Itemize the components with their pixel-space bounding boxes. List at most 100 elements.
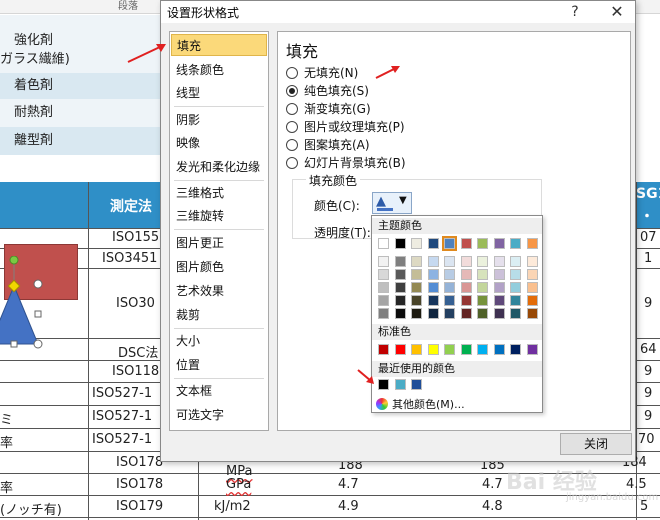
color-swatch[interactable] — [411, 344, 422, 355]
color-swatch[interactable] — [460, 269, 472, 280]
color-swatch[interactable] — [378, 282, 389, 293]
color-swatch[interactable] — [411, 269, 422, 280]
color-swatch[interactable] — [460, 256, 472, 267]
triangle-shape[interactable] — [0, 256, 60, 350]
dialog-titlebar[interactable]: 设置形状格式 ? ✕ — [161, 1, 635, 23]
color-swatch[interactable] — [444, 295, 455, 306]
color-swatch[interactable] — [477, 256, 488, 267]
resize-handle[interactable] — [34, 310, 42, 318]
nav-item-crop[interactable]: 裁剪 — [176, 304, 264, 326]
color-swatch[interactable] — [526, 269, 538, 280]
color-picker-button[interactable]: ▲ ▼ — [372, 192, 412, 214]
radio-pattern-fill[interactable]: 图案填充(A) — [286, 136, 370, 154]
color-swatch[interactable] — [411, 282, 422, 293]
color-swatch[interactable] — [510, 238, 521, 249]
color-swatch[interactable] — [394, 256, 406, 267]
radio-picture-fill[interactable]: 图片或纹理填充(P) — [286, 118, 405, 136]
radio-slide-background-fill[interactable]: 幻灯片背景填充(B) — [286, 154, 406, 172]
color-swatch[interactable] — [526, 344, 538, 355]
nav-item-picture-corrections[interactable]: 图片更正 — [176, 232, 264, 254]
color-swatch[interactable] — [444, 344, 455, 355]
rotation-handle[interactable] — [9, 256, 19, 265]
color-swatch[interactable] — [460, 308, 472, 319]
color-swatch[interactable] — [510, 308, 521, 319]
color-swatch[interactable] — [526, 308, 538, 319]
radio-no-fill[interactable]: 无填充(N) — [286, 64, 358, 82]
color-swatch[interactable] — [460, 282, 472, 293]
color-swatch[interactable] — [477, 269, 488, 280]
color-swatch[interactable] — [460, 238, 472, 249]
color-swatch[interactable] — [526, 282, 538, 293]
color-swatch[interactable] — [493, 269, 505, 280]
color-swatch[interactable] — [477, 308, 488, 319]
resize-handle[interactable] — [10, 340, 18, 348]
color-swatch[interactable] — [526, 295, 538, 306]
radio-button[interactable] — [286, 67, 298, 79]
color-swatch[interactable] — [460, 344, 472, 355]
nav-item-glow[interactable]: 发光和柔化边缘 — [176, 156, 264, 178]
color-swatch[interactable] — [493, 238, 505, 249]
color-swatch[interactable] — [411, 238, 422, 249]
close-button[interactable]: 关闭 — [560, 433, 632, 455]
color-swatch[interactable] — [477, 238, 488, 249]
color-swatch[interactable] — [378, 379, 389, 390]
color-swatch[interactable] — [427, 256, 439, 267]
color-swatch[interactable] — [444, 282, 455, 293]
color-swatch[interactable] — [442, 236, 457, 251]
nav-item-alt-text[interactable]: 可选文字 — [176, 404, 264, 426]
nav-item-3d-format[interactable]: 三维格式 — [176, 182, 264, 204]
color-swatch[interactable] — [510, 282, 521, 293]
color-swatch[interactable] — [411, 379, 422, 390]
color-swatch[interactable] — [493, 308, 505, 319]
nav-item-position[interactable]: 位置 — [176, 354, 264, 376]
nav-item-line-style[interactable]: 线型 — [176, 82, 264, 104]
color-swatch[interactable] — [394, 238, 406, 249]
radio-gradient-fill[interactable]: 渐变填充(G) — [286, 100, 371, 118]
color-swatch[interactable] — [477, 282, 488, 293]
color-swatch[interactable] — [477, 344, 488, 355]
radio-button[interactable] — [286, 103, 298, 115]
color-swatch[interactable] — [510, 295, 521, 306]
more-colors-item[interactable]: 其他颜色(M)... — [376, 396, 465, 412]
color-swatch[interactable] — [510, 344, 521, 355]
color-swatch[interactable] — [378, 308, 389, 319]
color-swatch[interactable] — [493, 256, 505, 267]
color-swatch[interactable] — [526, 238, 538, 249]
radio-button[interactable] — [286, 121, 298, 133]
help-button[interactable]: ? — [565, 2, 585, 22]
color-swatch[interactable] — [427, 344, 439, 355]
color-swatch[interactable] — [460, 295, 472, 306]
nav-item-line-color[interactable]: 线条颜色 — [176, 59, 264, 81]
color-swatch[interactable] — [493, 295, 505, 306]
color-swatch[interactable] — [394, 269, 406, 280]
color-swatch[interactable] — [411, 308, 422, 319]
nav-item-3d-rotation[interactable]: 三维旋转 — [176, 205, 264, 227]
color-swatch[interactable] — [493, 344, 505, 355]
resize-handle[interactable] — [33, 279, 43, 289]
color-swatch[interactable] — [394, 308, 406, 319]
color-swatch[interactable] — [394, 379, 406, 390]
nav-item-fill[interactable]: 填充 — [171, 34, 267, 56]
nav-item-size[interactable]: 大小 — [176, 330, 264, 352]
radio-button[interactable] — [286, 139, 298, 151]
nav-item-text-box[interactable]: 文本框 — [176, 380, 264, 402]
color-swatch[interactable] — [411, 256, 422, 267]
color-swatch[interactable] — [427, 238, 439, 249]
color-swatch[interactable] — [378, 295, 389, 306]
color-swatch[interactable] — [444, 256, 455, 267]
color-swatch[interactable] — [411, 295, 422, 306]
nav-item-picture-color[interactable]: 图片颜色 — [176, 256, 264, 278]
nav-item-artistic-effects[interactable]: 艺术效果 — [176, 280, 264, 302]
color-swatch[interactable] — [526, 256, 538, 267]
radio-button[interactable] — [286, 157, 298, 169]
color-swatch[interactable] — [394, 344, 406, 355]
radio-solid-fill[interactable]: 纯色填充(S) — [286, 82, 369, 100]
radio-button-selected[interactable] — [286, 85, 298, 97]
color-swatch[interactable] — [394, 282, 406, 293]
nav-item-reflection[interactable]: 映像 — [176, 132, 264, 154]
resize-handle[interactable] — [33, 339, 43, 349]
triangle-body[interactable] — [0, 284, 39, 345]
color-swatch[interactable] — [427, 282, 439, 293]
adjust-handle[interactable] — [7, 279, 21, 293]
color-swatch[interactable] — [444, 308, 455, 319]
